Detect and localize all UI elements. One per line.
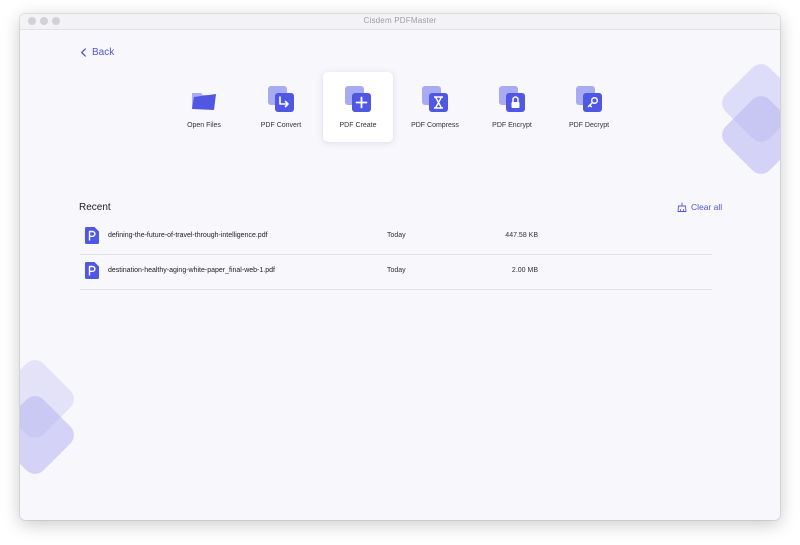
clear-all-button[interactable]: Clear all (677, 202, 722, 212)
lock-icon (499, 86, 525, 112)
back-label: Back (92, 47, 115, 58)
back-button[interactable]: Back (80, 47, 114, 58)
convert-icon (268, 86, 294, 112)
title-bar: Cisdem PDFMaster (20, 14, 780, 30)
decorative-diamond-bottom-left (20, 360, 74, 474)
file-name: defining-the-future-of-travel-through-in… (108, 232, 268, 239)
tool-label: PDF Compress (411, 122, 459, 129)
tool-label: PDF Convert (260, 122, 302, 129)
file-date: Today (387, 267, 406, 274)
window-title: Cisdem PDFMaster (363, 16, 437, 25)
recent-heading: Recent (79, 202, 111, 213)
file-size: 447.58 KB (505, 232, 538, 239)
file-name: destination-healthy-aging-white-paper_fi… (108, 267, 275, 274)
recent-file-row[interactable]: defining-the-future-of-travel-through-in… (80, 219, 712, 255)
key-icon (576, 86, 602, 112)
app-window: Cisdem PDFMaster Back Open Files PDF Con… (20, 14, 780, 520)
tool-label: PDF Encrypt (492, 122, 532, 129)
compress-icon (422, 86, 448, 112)
tool-pdf-create[interactable]: PDF Create (323, 72, 393, 142)
clear-all-label: Clear all (691, 202, 723, 212)
tool-pdf-decrypt[interactable]: PDF Decrypt (554, 72, 624, 142)
plus-icon (345, 86, 371, 112)
tool-pdf-compress[interactable]: PDF Compress (400, 72, 470, 142)
tool-pdf-encrypt[interactable]: PDF Encrypt (477, 72, 547, 142)
pdf-file-icon (85, 227, 99, 244)
broom-icon (677, 202, 687, 212)
tool-label: PDF Decrypt (568, 122, 610, 129)
file-size: 2.00 MB (511, 267, 538, 274)
chevron-left-icon (81, 48, 86, 57)
tool-label: PDF Create (339, 122, 377, 129)
decorative-diamond-top-right (722, 64, 780, 174)
pdf-file-icon (85, 262, 99, 279)
folder-icon (192, 93, 216, 110)
tool-pdf-convert[interactable]: PDF Convert (246, 72, 316, 142)
recent-file-row[interactable]: destination-healthy-aging-white-paper_fi… (80, 254, 712, 290)
tool-label: Open Files (187, 122, 221, 129)
tool-open-files[interactable]: Open Files (169, 72, 239, 142)
file-date: Today (387, 232, 406, 239)
